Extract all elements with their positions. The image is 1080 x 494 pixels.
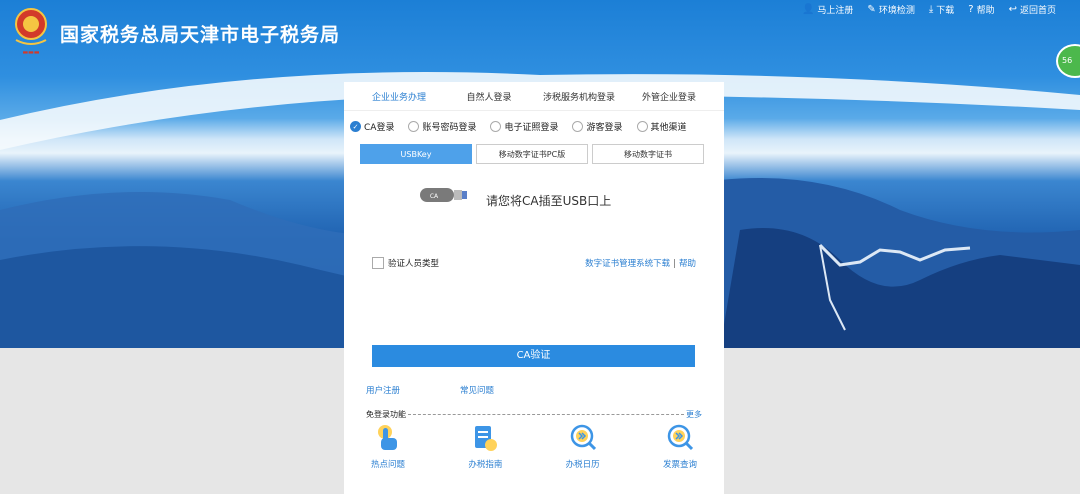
verify-type-checkbox[interactable]: 验证人员类型: [372, 257, 439, 269]
radio-password-login-label: 账号密码登录: [422, 123, 477, 133]
quick-item-tax-guide-label: 办税指南: [468, 460, 503, 470]
user-icon: 👤: [801, 4, 815, 15]
free-login-header: 免登录功能 更多: [366, 409, 702, 420]
checkbox-box-icon: [372, 257, 384, 269]
env-check-label: 环境检测: [878, 6, 915, 16]
account-links: 用户注册 常见问题: [366, 384, 494, 396]
calendar-search-icon: [570, 424, 596, 451]
quick-item-invoice-query-label: 发票查询: [662, 460, 697, 470]
quick-access-grid: 热点问题 办税指南 办税日历 发票查询: [358, 424, 710, 470]
return-home-label: 返回首页: [1019, 6, 1056, 16]
check-icon: ✓: [350, 121, 361, 132]
login-tabs: 企业业务办理 自然人登录 涉税服务机构登录 外管企业登录: [344, 82, 724, 111]
svg-text:▬▬▬: ▬▬▬: [22, 49, 39, 56]
panel-help-link[interactable]: 帮助: [679, 259, 696, 269]
radio-other-channel-label: 其他渠道: [650, 123, 687, 133]
invoice-search-icon: [667, 424, 693, 451]
free-login-label: 免登录功能: [366, 410, 406, 419]
tab-individual[interactable]: 自然人登录: [444, 90, 534, 103]
download-label: 下载: [936, 6, 955, 16]
faq-link[interactable]: 常见问题: [460, 384, 494, 396]
cert-download-link[interactable]: 数字证书管理系统下载: [585, 259, 670, 269]
register-now-link[interactable]: 👤 马上注册: [802, 3, 853, 16]
tab-enterprise[interactable]: 企业业务办理: [354, 90, 444, 103]
quick-item-hot-issues-label: 热点问题: [370, 460, 405, 470]
user-register-link[interactable]: 用户注册: [366, 384, 400, 396]
usb-key-icon: CA: [420, 188, 467, 202]
ca-verify-button[interactable]: CA验证: [372, 345, 695, 367]
download-link[interactable]: ⤓ 下载: [929, 3, 954, 16]
site-title: 国家税务总局天津市电子税务局: [60, 24, 341, 46]
usb-key-label: CA: [430, 193, 439, 200]
tab-foreign-enterprise[interactable]: 外管企业登录: [624, 90, 714, 103]
guide-document-icon: [475, 426, 498, 451]
more-link[interactable]: 更多: [686, 409, 702, 420]
login-panel: 企业业务办理 自然人登录 涉税服务机构登录 外管企业登录 ✓ CA登录 账号密码…: [344, 82, 724, 494]
quick-item-tax-calendar-label: 办税日历: [565, 460, 600, 470]
cert-links: 数字证书管理系统下载 | 帮助: [585, 257, 696, 269]
help-link[interactable]: ? 帮助: [968, 3, 994, 16]
verify-row: 验证人员类型 数字证书管理系统下载 | 帮助: [372, 257, 696, 269]
radio-circle-icon: [572, 121, 584, 132]
login-method-group: ✓ CA登录 账号密码登录 电子证照登录 游客登录 其他渠道: [344, 120, 724, 133]
subtab-mobile-cert-pc[interactable]: 移动数字证书PC版: [476, 144, 588, 164]
subtab-mobile-cert[interactable]: 移动数字证书: [592, 144, 704, 164]
radio-e-license-login[interactable]: 电子证照登录: [490, 120, 558, 133]
quick-item-hot-issues[interactable]: 热点问题: [358, 424, 418, 470]
radio-guest-login[interactable]: 游客登录: [572, 120, 623, 133]
hand-pointer-icon: [378, 425, 397, 450]
quick-item-invoice-query[interactable]: 发票查询: [650, 424, 710, 470]
usb-prompt-text: 请您将CA插至USB口上: [486, 194, 612, 208]
wrench-icon: ✎: [867, 4, 876, 15]
radio-other-channel[interactable]: 其他渠道: [636, 120, 687, 133]
register-now-label: 马上注册: [817, 6, 854, 16]
link-separator: |: [673, 259, 676, 269]
radio-ca-login[interactable]: ✓ CA登录: [350, 120, 394, 133]
radio-e-license-login-label: 电子证照登录: [504, 123, 559, 133]
ca-subtabs: USBKey 移动数字证书PC版 移动数字证书: [360, 144, 704, 164]
verify-type-label: 验证人员类型: [388, 259, 440, 269]
dashed-divider: [408, 414, 684, 415]
radio-password-login[interactable]: 账号密码登录: [408, 120, 476, 133]
tax-emblem-logo: ▬▬▬: [15, 8, 47, 56]
top-links: 👤 马上注册 ✎ 环境检测 ⤓ 下载 ? 帮助 ↩ 返回首页: [802, 3, 1056, 16]
return-home-link[interactable]: ↩ 返回首页: [1009, 3, 1056, 16]
help-icon: ?: [968, 4, 974, 15]
radio-guest-login-label: 游客登录: [586, 123, 623, 133]
quick-item-tax-guide[interactable]: 办税指南: [455, 424, 515, 470]
env-check-link[interactable]: ✎ 环境检测: [867, 3, 914, 16]
radio-circle-icon: [636, 121, 648, 132]
subtab-usbkey[interactable]: USBKey: [360, 144, 472, 164]
radio-circle-icon: [490, 121, 502, 132]
download-icon: ⤓: [928, 4, 934, 15]
quick-item-tax-calendar[interactable]: 办税日历: [553, 424, 613, 470]
help-label: 帮助: [976, 6, 995, 16]
return-icon: ↩: [1008, 4, 1017, 15]
tab-tax-agency[interactable]: 涉税服务机构登录: [534, 90, 624, 103]
radio-ca-login-label: CA登录: [364, 123, 395, 133]
radio-circle-icon: [408, 121, 420, 132]
